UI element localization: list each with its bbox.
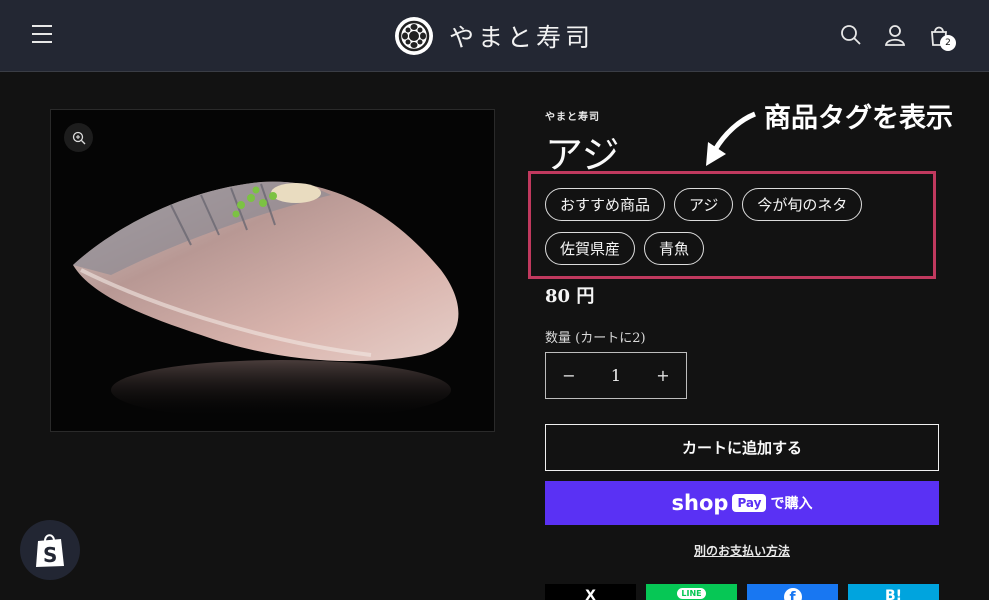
quantity-label: 数量 (カートに2) [545,331,646,346]
product-tag[interactable]: 青魚 [644,232,705,265]
search-icon[interactable] [840,24,862,46]
facebook-icon: f [783,588,802,600]
shopify-bag-icon[interactable]: S [20,520,80,580]
product-tag[interactable]: アジ [674,188,734,221]
product-price: 80 円 [545,286,595,307]
crest-icon [395,17,433,55]
cart-count-badge: 2 [940,35,956,51]
shop-pay-button[interactable]: shop Pay で購入 [545,481,939,525]
account-icon[interactable] [884,24,906,46]
product-tag[interactable]: 佐賀県産 [545,232,636,265]
add-to-cart-button[interactable]: カートに追加する [545,424,939,471]
quantity-stepper: − 1 + [545,352,687,399]
product-tag[interactable]: 今が旬のネタ [742,188,863,221]
product-image[interactable] [50,109,495,432]
share-x-button[interactable]: X [545,584,636,600]
annotation-arrow-icon [700,108,760,170]
x-icon: X [585,588,596,600]
zoom-icon[interactable] [64,123,93,152]
product-tags: おすすめ商品 アジ 今が旬のネタ 佐賀県産 青魚 [545,188,925,265]
shop-pay-buy-label: で購入 [770,496,813,512]
quantity-input[interactable]: 1 [611,366,621,385]
quantity-increase-button[interactable]: + [654,366,672,385]
menu-icon[interactable] [32,25,52,45]
share-line-button[interactable]: LINE [646,584,737,600]
store-name: やまと寿司 [449,23,595,52]
product-tag[interactable]: おすすめ商品 [545,188,666,221]
annotation-label: 商品タグを表示 [764,103,953,134]
product-vendor: やまと寿司 [545,112,600,123]
shop-pay-shop-label: shop [671,491,729,515]
shop-pay-pay-label: Pay [732,494,767,512]
line-icon: LINE [677,588,706,599]
svg-text:S: S [43,543,57,567]
hatena-icon: B! [884,588,903,600]
quantity-decrease-button[interactable]: − [560,366,578,385]
more-payment-options-link[interactable]: 別のお支払い方法 [545,542,939,559]
store-logo[interactable]: やまと寿司 [395,16,594,56]
site-header: やまと寿司 2 [0,0,989,72]
share-facebook-button[interactable]: f [747,584,838,600]
share-hatena-button[interactable]: B! [848,584,939,600]
